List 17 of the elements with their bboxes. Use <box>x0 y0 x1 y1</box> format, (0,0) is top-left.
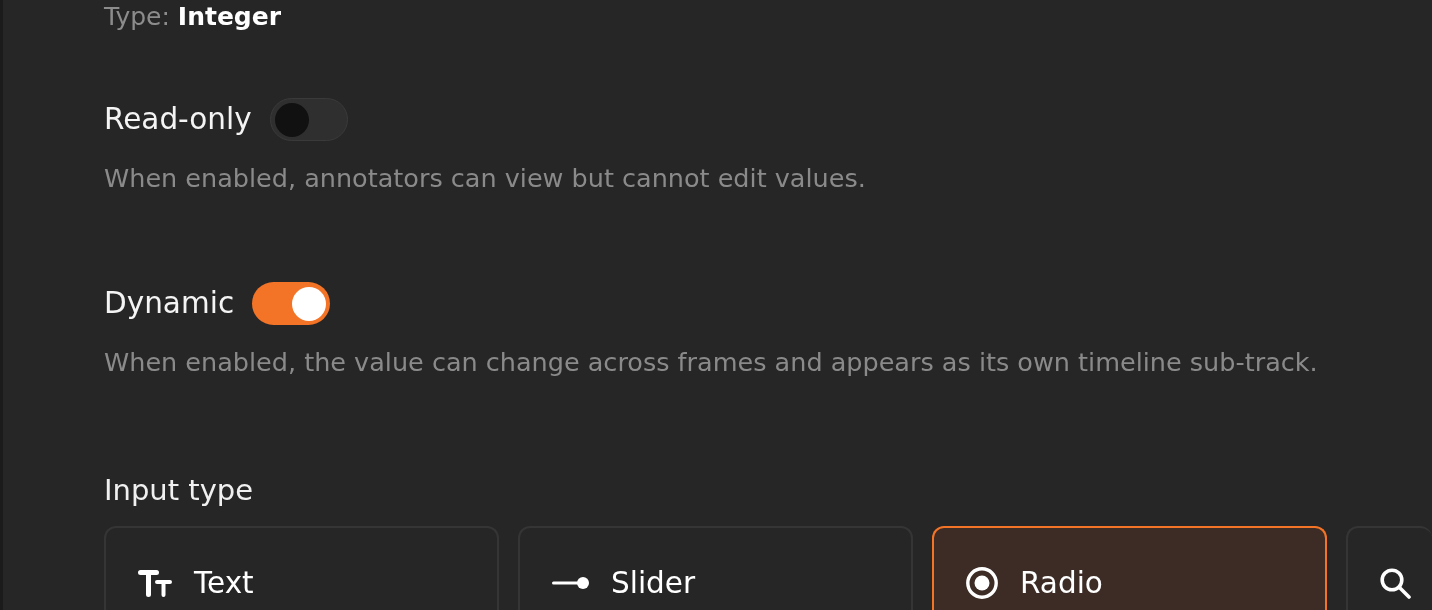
text-size-icon <box>138 569 172 597</box>
setting-description: When enabled, the value can change across frames and appears as its own timeline sub-track. <box>104 346 1318 379</box>
setting-description: When enabled, annotators can view but cannot edit values. <box>104 162 866 195</box>
input-type-option[interactable]: Radio <box>932 526 1327 610</box>
type-label: Type: <box>104 1 170 33</box>
input-type-option[interactable] <box>1346 526 1432 610</box>
radio-icon <box>966 567 998 599</box>
setting-label: Dynamic <box>104 285 235 322</box>
toggle-switch[interactable] <box>269 98 348 141</box>
section-label: Input type <box>104 472 254 509</box>
type-value: Integer <box>177 1 282 33</box>
input-type-option[interactable]: Text <box>104 526 499 610</box>
toggle-switch[interactable] <box>252 282 331 325</box>
setting-label: Read-only <box>104 101 252 138</box>
slider-icon <box>552 577 589 589</box>
search-icon <box>1380 567 1411 599</box>
input-type-option[interactable]: Slider <box>518 526 913 610</box>
